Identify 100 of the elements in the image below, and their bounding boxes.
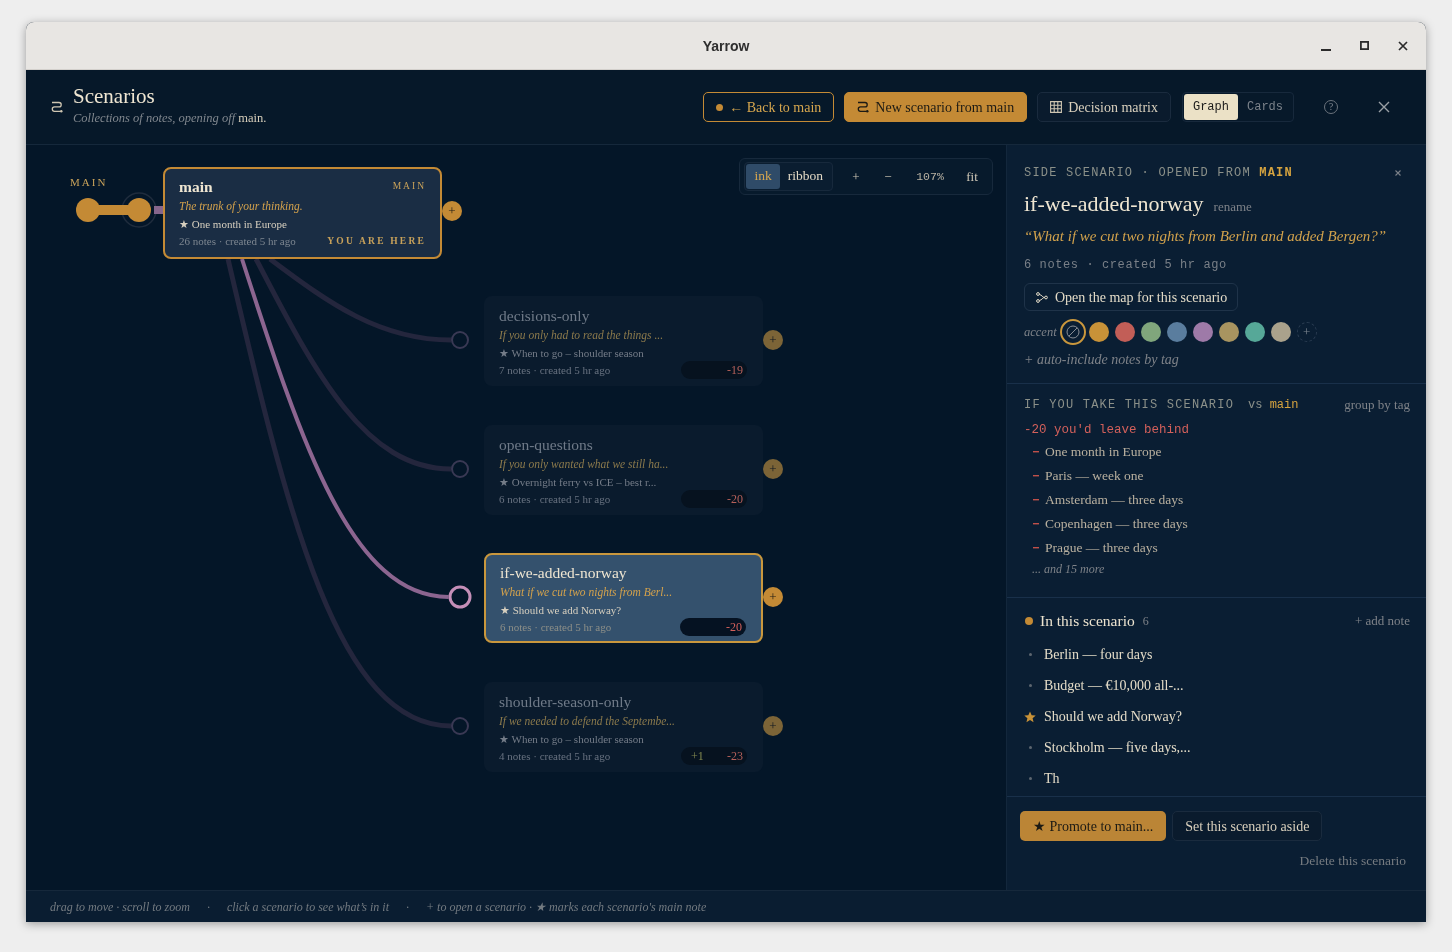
fork-icon <box>1036 291 1048 303</box>
page-title: Scenarios <box>73 83 156 109</box>
note-item[interactable]: Budget — €10,000 all-... <box>1024 670 1410 701</box>
fit-button[interactable]: fit <box>956 163 988 190</box>
promote-button[interactable]: ★ Promote to main... <box>1020 811 1167 841</box>
delete-scenario-link[interactable]: Delete this scenario <box>1299 853 1406 869</box>
set-aside-button[interactable]: Set this scenario aside <box>1172 811 1323 841</box>
footer-hint: click a scenario to see what’s in it <box>226 898 389 916</box>
notes-heading: In this scenario <box>1040 611 1135 631</box>
close-icon[interactable] <box>1398 40 1408 51</box>
scenario-question: If you only had to read the things ... <box>499 328 665 343</box>
zoom-in-button[interactable]: + <box>840 163 872 190</box>
scenario-meta: 6 notes · created 5 hr ago <box>1024 257 1228 273</box>
route-icon <box>857 101 870 113</box>
scenario-question: What if we cut two nights from Berl... <box>500 585 674 600</box>
removed-note: Paris — week one <box>1045 466 1144 485</box>
note-item[interactable]: Th <box>1024 763 1410 794</box>
dash-icon <box>1033 547 1039 549</box>
dash-icon <box>1033 499 1039 501</box>
note-count: 6 notes · created 5 hr ago <box>499 491 611 507</box>
no-color-icon <box>1065 325 1080 339</box>
removed-count: -20 <box>727 491 743 508</box>
note-item[interactable]: Berlin — four days <box>1024 639 1410 670</box>
note-count: 26 notes · created 5 hr ago <box>179 234 296 249</box>
open-map-button[interactable]: Open the map for this scenario <box>1024 283 1239 311</box>
main-card[interactable]: main MAIN The trunk of your thinking. ★ One month in Europe 26 notes · created 5 hr ago YOU ARE HERE <box>163 167 442 259</box>
grid-icon <box>1050 101 1063 113</box>
group-by-tag-link[interactable]: group by tag <box>1344 397 1410 413</box>
hint-separator: · <box>406 898 409 916</box>
scenario-card[interactable]: if-we-added-norway What if we cut two nights from Berl... ★ Should we add Norway? 6 notes · created 5 hr ago -20 <box>484 553 763 643</box>
trunk-label: MAIN <box>70 175 108 189</box>
removed-note: Copenhagen — three days <box>1045 514 1188 533</box>
zoom-out-button[interactable]: − <box>872 163 904 190</box>
view-mode-tab[interactable]: ribbon <box>779 164 831 189</box>
route-icon <box>51 101 63 113</box>
scenario-name: main <box>179 177 213 196</box>
panel-eyebrow: SIDE SCENARIO · OPENED FROM MAIN <box>1024 165 1293 181</box>
branch-ring-icon <box>451 717 469 735</box>
scenario-card[interactable]: shoulder-season-only If we needed to defend the Septembe... ★ When to go – shoulder season 4 notes · created 5 hr ago +1 -23 <box>484 682 763 772</box>
note-item[interactable]: Stockholm — five days,... <box>1024 732 1410 763</box>
branch-ring-icon <box>448 585 472 609</box>
open-scenario-button[interactable]: + <box>763 330 783 350</box>
note-count: 4 notes · created 5 hr ago <box>499 748 611 764</box>
main-note: ★ Should we add Norway? <box>500 603 623 618</box>
view-mode-tab[interactable]: ink <box>746 164 780 189</box>
open-scenario-button[interactable]: + <box>763 587 783 607</box>
removed-count: -19 <box>727 362 743 379</box>
scenario-name: shoulder-season-only <box>499 692 633 711</box>
more-notes-link[interactable]: ... and 15 more <box>1024 560 1105 578</box>
auto-include-link[interactable]: + auto-include notes by tag <box>1024 350 1179 370</box>
rename-link[interactable]: rename <box>1213 197 1252 217</box>
dash-icon <box>1033 451 1039 453</box>
scenario-question: “What if we cut two nights from Berlin and added Bergen?” <box>1024 227 1388 246</box>
note-count: 6 notes · created 5 hr ago <box>500 619 612 635</box>
note-count: 7 notes · created 5 hr ago <box>499 362 611 378</box>
new-scenario-button[interactable]: New scenario from main <box>844 92 1028 122</box>
scenario-question: If you only wanted what we still ha... <box>499 457 670 472</box>
minimize-icon[interactable] <box>1321 48 1331 51</box>
open-scenario-button[interactable]: + <box>763 459 783 479</box>
branch-ring-icon <box>451 460 469 478</box>
removed-count: -20 <box>726 619 742 636</box>
scenario-name: open-questions <box>499 435 594 454</box>
dot-icon <box>716 103 724 111</box>
back-to-main-button[interactable]: ← Back to main <box>703 92 835 122</box>
added-count: +1 <box>691 748 704 765</box>
main-note: ★ One month in Europe <box>179 217 288 232</box>
removed-note: Amsterdam — three days <box>1045 490 1184 509</box>
scenario-question: If we needed to defend the Septembe... <box>499 714 676 729</box>
dot-icon <box>1025 617 1033 625</box>
view-tab[interactable]: Cards <box>1238 94 1292 120</box>
notes-count: 6 <box>1142 613 1149 630</box>
hint-separator: · <box>206 898 210 916</box>
branch-tag: MAIN <box>392 179 426 194</box>
removed-summary: -20 you'd leave behind <box>1024 422 1191 438</box>
removed-note: One month in Europe <box>1045 442 1162 461</box>
decision-matrix-button[interactable]: Decision matrix <box>1037 92 1171 122</box>
window-title: Yarrow <box>702 37 750 54</box>
dash-icon <box>1033 475 1039 477</box>
scenario-name: decisions-only <box>499 306 591 325</box>
close-icon[interactable] <box>1378 101 1390 113</box>
add-note-link[interactable]: + add note <box>1355 610 1410 632</box>
scenario-title: if-we-added-norway <box>1024 190 1204 218</box>
removed-note: Prague — three days <box>1045 538 1158 557</box>
accent-option[interactable] <box>1059 319 1086 345</box>
view-tab[interactable]: Graph <box>1183 94 1238 120</box>
scenario-card[interactable]: decisions-only If you only had to read the things ... ★ When to go – shoulder season 7 notes · created 5 hr ago -19 <box>484 296 763 386</box>
footer-hint: drag to move · scroll to zoom <box>50 898 190 916</box>
open-scenario-button[interactable]: + <box>763 716 783 736</box>
scenario-card[interactable]: open-questions If you only wanted what we still ha... ★ Overnight ferry vs ICE – best r... 6 notes · created 5 hr ago -20 <box>484 425 763 515</box>
open-scenario-button[interactable]: + <box>442 201 462 221</box>
scenario-name: if-we-added-norway <box>500 563 628 582</box>
main-note: ★ When to go – shoulder season <box>499 346 645 361</box>
zoom-level: 107% <box>915 168 945 185</box>
branch-ring-icon <box>451 331 469 349</box>
scenario-question: The trunk of your thinking. <box>179 199 304 214</box>
compare-title: IF YOU TAKE THIS SCENARIO <box>1024 397 1235 413</box>
note-item[interactable]: Should we add Norway? <box>1024 701 1410 732</box>
accent-label: accent <box>1024 323 1057 341</box>
maximize-icon[interactable] <box>1360 41 1369 50</box>
dash-icon <box>1033 523 1039 525</box>
